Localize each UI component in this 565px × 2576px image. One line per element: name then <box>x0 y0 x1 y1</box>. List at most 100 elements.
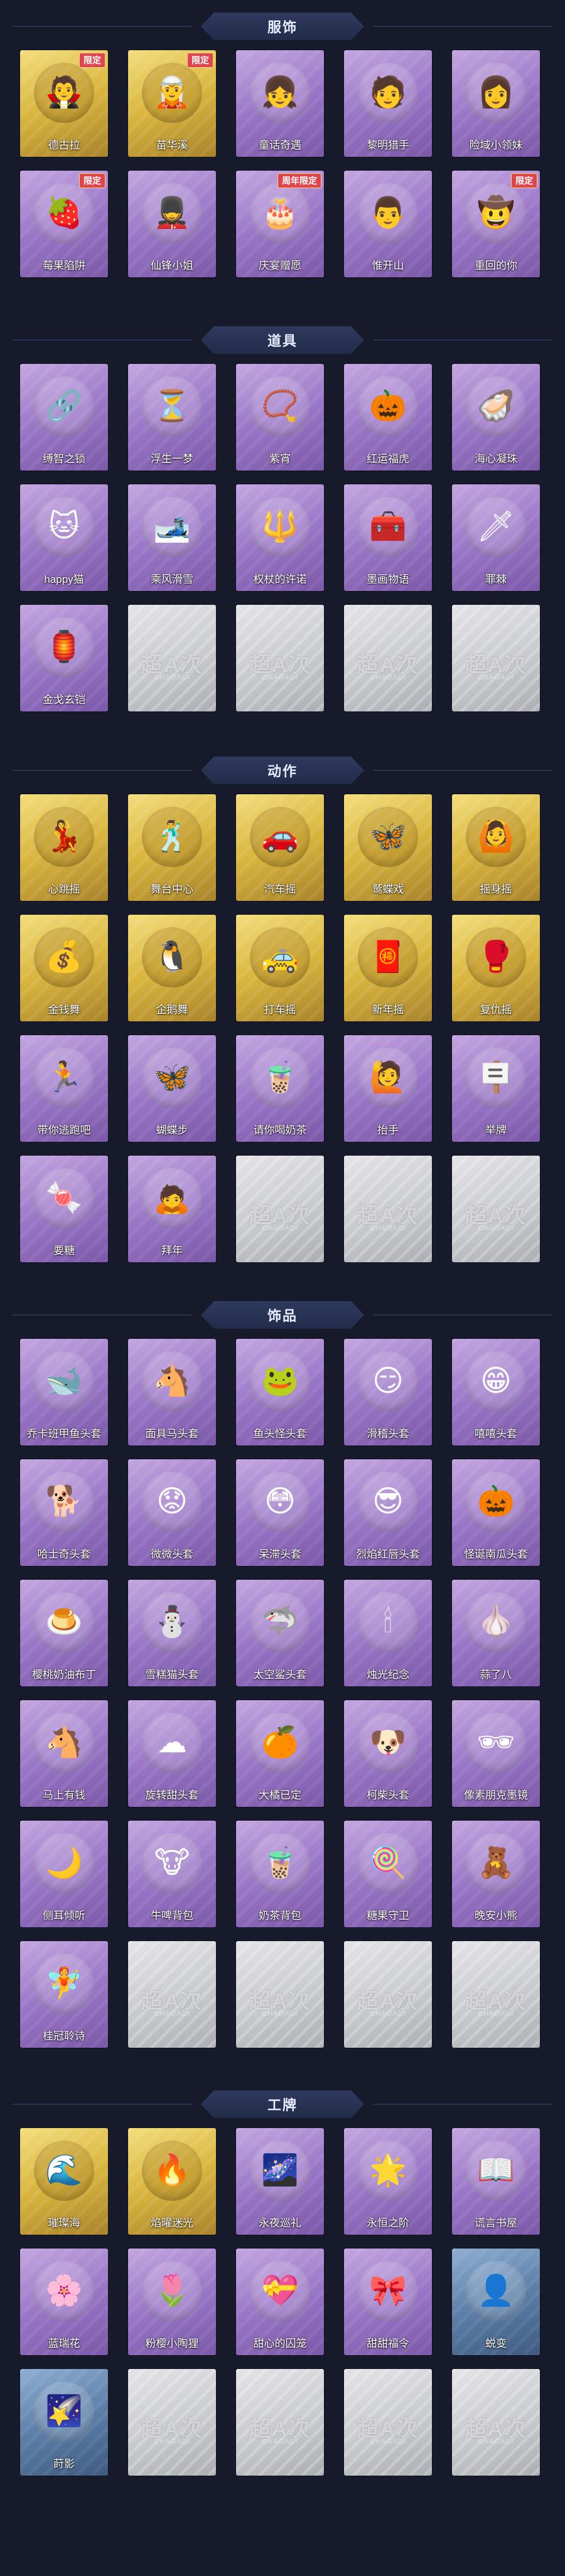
item-card[interactable]: 🥊 复仇摇 <box>452 915 540 1021</box>
item-label: 太空鲨头套 <box>253 1668 307 1681</box>
item-card[interactable]: 🏮 金戈玄铠 <box>20 605 108 711</box>
item-card[interactable]: 👤 蜕变 <box>452 2249 540 2355</box>
item-card[interactable]: 💂 仙锋小姐 <box>128 171 216 277</box>
item-card[interactable]: 👨 惟开山 <box>344 171 432 277</box>
limited-badge: 周年限定 <box>277 173 321 188</box>
item-card[interactable]: 🐮 牛啤背包 <box>128 1821 216 1927</box>
item-card[interactable]: 🧑 黎明猎手 <box>344 50 432 157</box>
item-card[interactable]: 🧛 德古拉 限定 <box>20 50 108 157</box>
item-label: 海心凝珠 <box>475 452 517 465</box>
item-card[interactable]: 🎀 甜甜福令 <box>344 2249 432 2355</box>
item-card[interactable]: 🪧 举牌 <box>452 1035 540 1142</box>
item-card[interactable]: 🐸 鱼头怪头套 <box>236 1339 324 1445</box>
item-card[interactable]: 🧋 请你喝奶茶 <box>236 1035 324 1142</box>
item-card[interactable]: 🎂 庆宴赠愿 周年限定 <box>236 171 324 277</box>
item-label: 蝴蝶步 <box>156 1124 188 1136</box>
item-card[interactable]: 🧧 新年摇 <box>344 915 432 1021</box>
item-card[interactable]: 🧝 苗华溪 限定 <box>128 50 216 157</box>
item-label: 权杖的许诺 <box>253 573 307 585</box>
item-card[interactable]: 😁 嘻嘻头套 <box>452 1339 540 1445</box>
item-card[interactable]: 😎 烈焰红唇头套 <box>344 1459 432 1566</box>
item-card[interactable]: 🌌 永夜巡礼 <box>236 2128 324 2235</box>
item-image: 🪧 <box>461 1043 531 1113</box>
item-image: 😟 <box>137 1467 207 1537</box>
item-label: 罪棘 <box>485 573 507 585</box>
item-icon: 🔗 <box>34 376 94 437</box>
item-card[interactable]: 🔥 焰曜迷光 <box>128 2128 216 2235</box>
inventory-page: 服饰 🧛 德古拉 限定 🧝 苗华溪 限定 👧 童话奇遇 🧑 黎明猎手 👩 险域小领妹 🍓 莓果陷阱 限定 💂 仙锋… <box>0 0 565 2576</box>
item-icon: 🕶 <box>466 1713 526 1773</box>
item-card[interactable]: 🚕 打车摇 <box>236 915 324 1021</box>
item-card[interactable]: 🦋 蝴蝶步 <box>128 1035 216 1142</box>
item-card[interactable]: 📖 谎言书屋 <box>452 2128 540 2235</box>
item-card[interactable]: 🙆 摇身摇 <box>452 794 540 901</box>
item-card[interactable]: ⏳ 浮生一梦 <box>128 364 216 471</box>
item-card[interactable]: 🐴 面具马头套 <box>128 1339 216 1445</box>
item-card[interactable]: 🤠 重回的你 限定 <box>452 171 540 277</box>
item-image: 🦋 <box>137 1043 207 1113</box>
item-image: 🍭 <box>353 1828 423 1898</box>
item-card[interactable]: 🌊 璀璨海 <box>20 2128 108 2235</box>
item-card[interactable]: ⛄ 雪糕猫头套 <box>128 1580 216 1686</box>
item-card[interactable]: 🔗 缚智之锁 <box>20 364 108 471</box>
item-card[interactable]: 👧 童话奇遇 <box>236 50 324 157</box>
item-card[interactable]: 🌟 永恒之阶 <box>344 2128 432 2235</box>
item-card[interactable]: 🍬 要糖 <box>20 1156 108 1262</box>
item-card[interactable]: 🌠 莳影 <box>20 2369 108 2476</box>
item-card[interactable]: 😟 微微头套 <box>128 1459 216 1566</box>
item-card[interactable]: 🦈 太空鲨头套 <box>236 1580 324 1686</box>
item-icon: 😏 <box>358 1351 418 1412</box>
item-card[interactable]: 🐶 柯柴头套 <box>344 1700 432 1807</box>
item-card[interactable]: 🍭 糖果守卫 <box>344 1821 432 1927</box>
item-card[interactable]: 🙋 抬手 <box>344 1035 432 1142</box>
item-icon: 🏃 <box>34 1048 94 1108</box>
item-card[interactable]: 🌷 粉樱小陶狸 <box>128 2249 216 2355</box>
item-card[interactable]: 🐋 乔卡班甲鱼头套 <box>20 1339 108 1445</box>
item-card[interactable]: 🐴 马上有钱 <box>20 1700 108 1807</box>
divider-line <box>374 339 552 341</box>
item-card[interactable]: 🕺 舞台中心 <box>128 794 216 901</box>
item-card[interactable]: 🌙 侧耳倾听 <box>20 1821 108 1927</box>
item-card[interactable]: 🍓 莓果陷阱 限定 <box>20 171 108 277</box>
item-card[interactable]: 🧋 奶茶背包 <box>236 1821 324 1927</box>
watermark-sub: CHAOACI <box>370 674 406 681</box>
item-card[interactable]: 🦪 海心凝珠 <box>452 364 540 471</box>
item-card[interactable]: 🗡 罪棘 <box>452 484 540 591</box>
item-card[interactable]: 🧰 墨画物语 <box>344 484 432 591</box>
item-card[interactable]: 🧸 晚安小熊 <box>452 1821 540 1927</box>
item-card[interactable]: 🍊 大橘已定 <box>236 1700 324 1807</box>
item-card[interactable]: 🎃 红运福虎 <box>344 364 432 471</box>
item-card[interactable]: 🐧 企鹅舞 <box>128 915 216 1021</box>
item-card[interactable]: 🐱 happy猫 <box>20 484 108 591</box>
item-card[interactable]: 🕯 烛光纪念 <box>344 1580 432 1686</box>
watermark-sub: CHAOACI <box>154 2010 190 2018</box>
item-card[interactable]: 📿 紫宵 <box>236 364 324 471</box>
limited-badge: 限定 <box>511 173 537 188</box>
item-icon: 🐶 <box>358 1713 418 1773</box>
item-card[interactable]: 🕶 像素朋克墨镜 <box>452 1700 540 1807</box>
item-card[interactable]: 💝 甜心的囚笼 <box>236 2249 324 2355</box>
section-title-banner: 服饰 <box>201 13 364 40</box>
item-card[interactable]: 😳 呆滞头套 <box>236 1459 324 1566</box>
empty-slot: 超A次 CHAOACI <box>236 605 324 711</box>
item-card[interactable]: 🐕 哈士奇头套 <box>20 1459 108 1566</box>
item-card[interactable]: 🎿 乘风滑雪 <box>128 484 216 591</box>
item-card[interactable]: ☁ 旋转甜头套 <box>128 1700 216 1807</box>
item-card[interactable]: 🏃 带你逃跑吧 <box>20 1035 108 1142</box>
item-card[interactable]: 🙇 拜年 <box>128 1156 216 1262</box>
item-card[interactable]: 🔱 权杖的许诺 <box>236 484 324 591</box>
item-card[interactable]: 🚗 汽车摇 <box>236 794 324 901</box>
item-card[interactable]: 💃 心跳摇 <box>20 794 108 901</box>
item-card[interactable]: 🌸 蓝瑞花 <box>20 2249 108 2355</box>
item-card[interactable]: 😏 滑稽头套 <box>344 1339 432 1445</box>
empty-slot: 超A次 CHAOACI <box>128 1941 216 2048</box>
item-card[interactable]: 🧄 蒜了八 <box>452 1580 540 1686</box>
item-card[interactable]: 🎃 怪诞南瓜头套 <box>452 1459 540 1566</box>
item-card[interactable]: 🍮 樱桃奶油布丁 <box>20 1580 108 1686</box>
item-card[interactable]: 🦋 鹫蝶戏 <box>344 794 432 901</box>
item-card[interactable]: 💰 金钱舞 <box>20 915 108 1021</box>
item-label: 汽车摇 <box>264 883 296 895</box>
item-card[interactable]: 🧚 桂冠聆诗 <box>20 1941 108 2048</box>
section-title: 道具 <box>267 333 298 349</box>
item-card[interactable]: 👩 险域小领妹 <box>452 50 540 157</box>
